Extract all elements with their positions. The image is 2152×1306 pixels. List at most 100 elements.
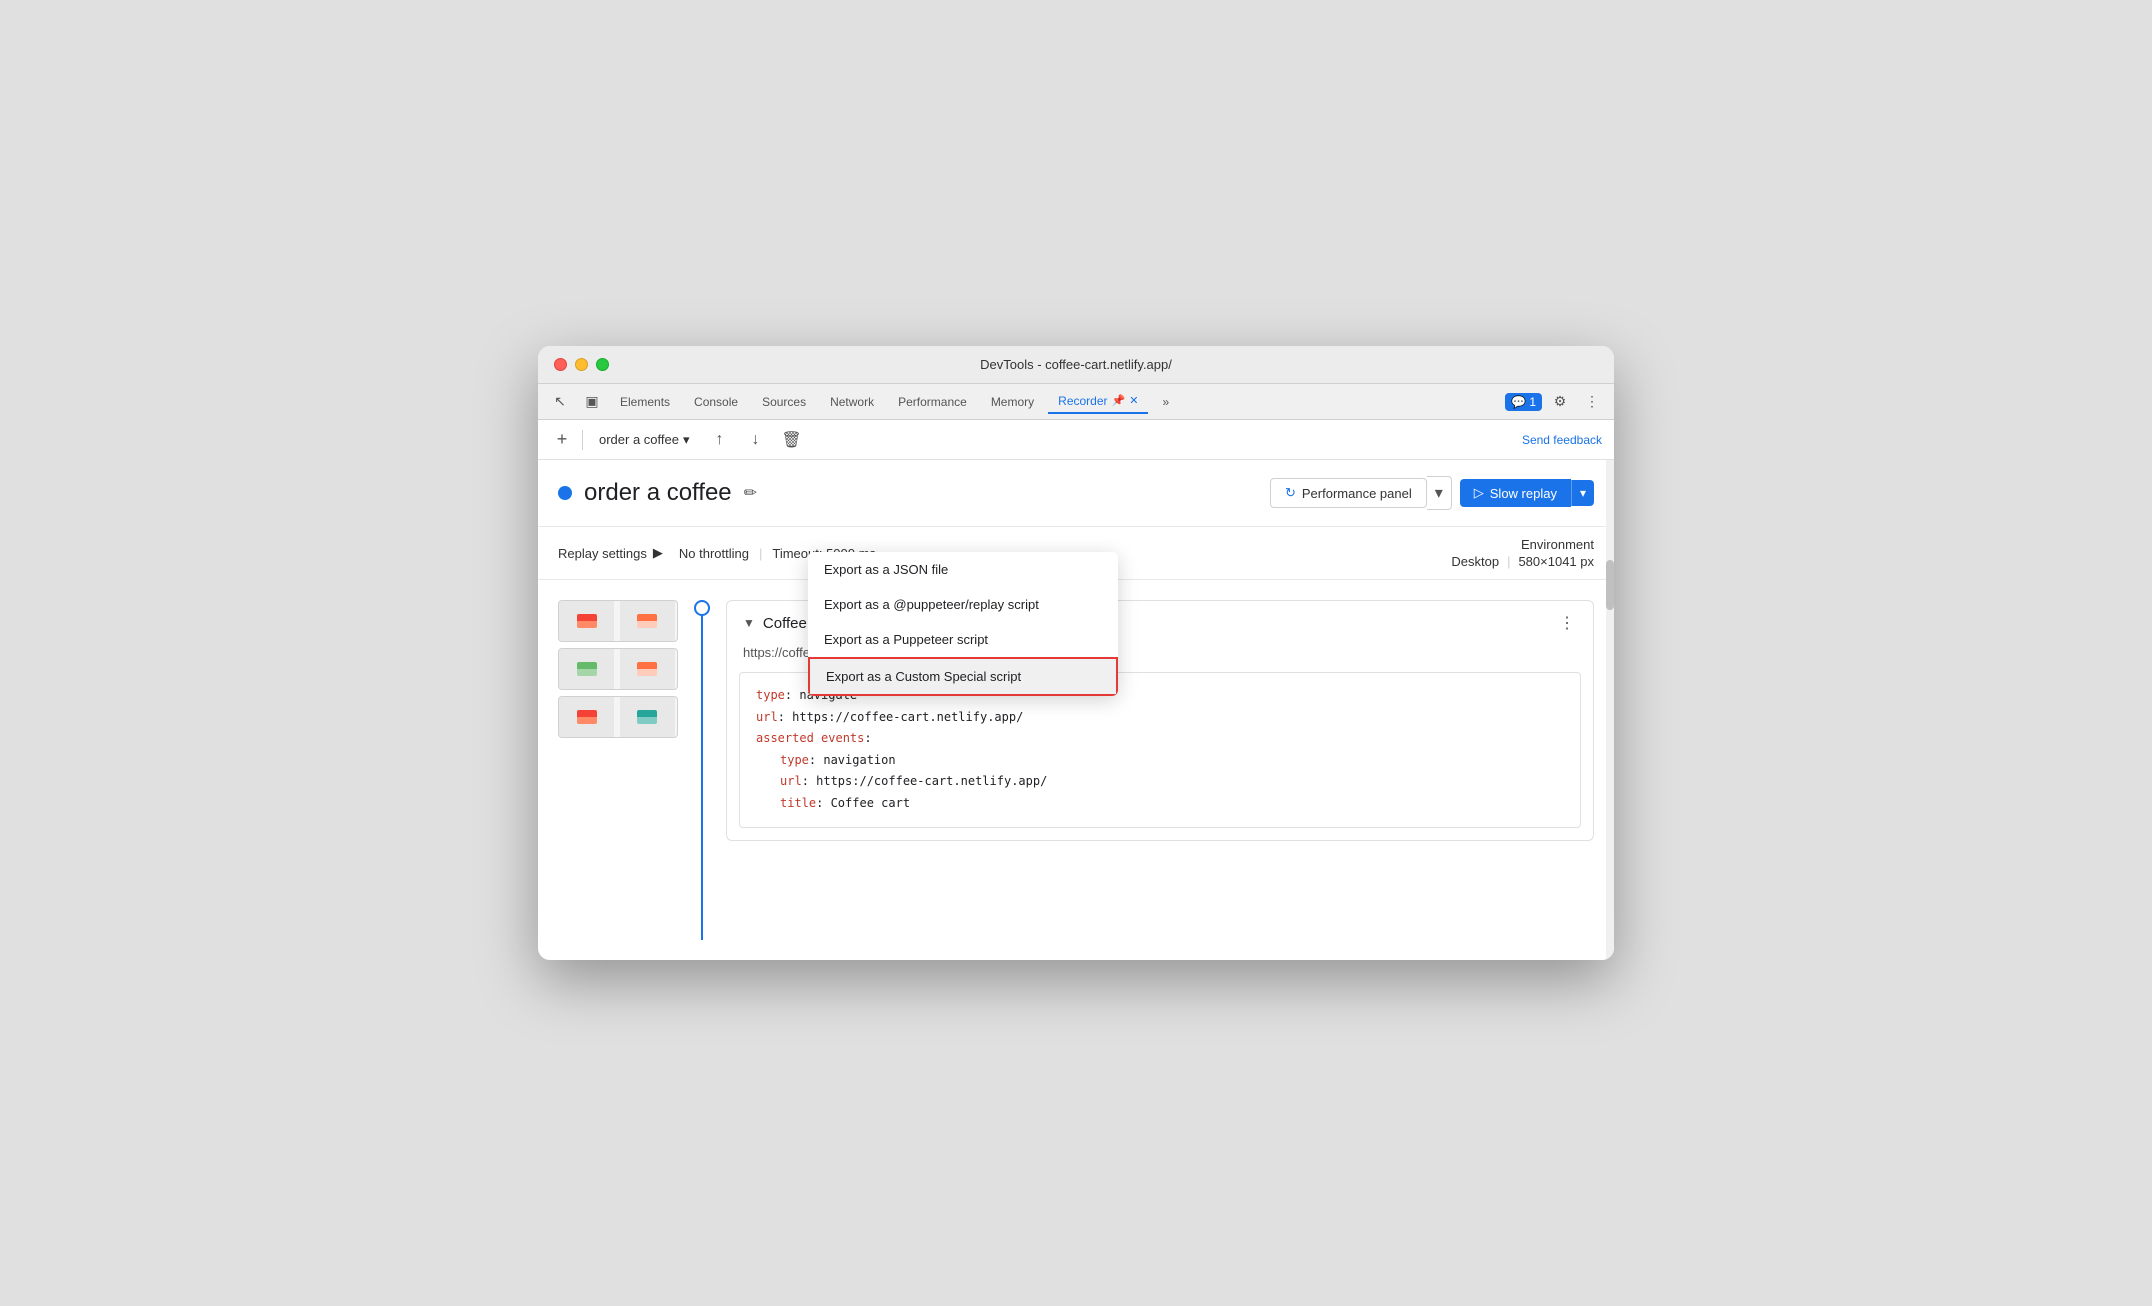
tab-performance[interactable]: Performance bbox=[888, 391, 977, 413]
export-json-label: Export as a JSON file bbox=[824, 562, 948, 577]
window-title: DevTools - coffee-cart.netlify.app/ bbox=[554, 357, 1598, 372]
thumb-2 bbox=[620, 601, 675, 641]
mini-cup-4 bbox=[637, 662, 657, 676]
thumbnail-grid-3 bbox=[558, 696, 678, 738]
recording-selector[interactable]: order a coffee ▾ bbox=[591, 428, 698, 452]
add-recording-button[interactable]: + bbox=[550, 429, 574, 450]
toolbar-actions: ↑ ↓ 🗑 bbox=[706, 426, 806, 454]
replay-settings-arrow: ▶ bbox=[653, 545, 663, 561]
scrollbar[interactable] bbox=[1606, 460, 1614, 960]
maximize-button[interactable] bbox=[596, 358, 609, 371]
screenshot-icon[interactable]: ▣ bbox=[578, 388, 606, 416]
export-puppeteer-replay-item[interactable]: Export as a @puppeteer/replay script bbox=[808, 587, 1118, 622]
resolution-label: 580×1041 px bbox=[1518, 554, 1594, 569]
chat-badge[interactable]: 💬 1 bbox=[1505, 393, 1542, 411]
settings-icon[interactable]: ⚙ bbox=[1546, 388, 1574, 416]
thumb-6 bbox=[620, 697, 675, 737]
pin-icon: 📌 bbox=[1112, 394, 1126, 407]
recording-title: order a coffee bbox=[584, 479, 732, 507]
code-asserted-url: url: https://coffee-cart.netlify.app/ bbox=[756, 771, 1564, 793]
thumb-4 bbox=[620, 649, 675, 689]
tab-elements[interactable]: Elements bbox=[610, 391, 680, 413]
slow-replay-label: Slow replay bbox=[1490, 486, 1557, 501]
environment-values: Desktop | 580×1041 px bbox=[1451, 554, 1594, 569]
more-icon[interactable]: ⋮ bbox=[1578, 388, 1606, 416]
tab-recorder-label: Recorder bbox=[1058, 394, 1107, 408]
thumbnail-panel bbox=[558, 600, 678, 940]
replay-settings-toggle[interactable]: Replay settings ▶ bbox=[558, 545, 663, 561]
slow-replay-button[interactable]: ▷ Slow replay bbox=[1460, 479, 1571, 507]
export-custom-item[interactable]: Export as a Custom Special script bbox=[808, 657, 1118, 696]
toolbar-divider bbox=[582, 430, 583, 450]
export-json-item[interactable]: Export as a JSON file bbox=[808, 552, 1118, 587]
play-icon: ▷ bbox=[1474, 485, 1484, 501]
thumbnail-grid-1 bbox=[558, 600, 678, 642]
environment-label: Environment bbox=[1451, 537, 1594, 552]
timeline-column bbox=[694, 600, 710, 940]
scrollbar-thumb[interactable] bbox=[1606, 560, 1614, 610]
perf-panel-dropdown[interactable]: ▾ bbox=[1427, 476, 1452, 510]
performance-panel-button[interactable]: ↻ Performance panel bbox=[1270, 478, 1427, 508]
replay-settings-label: Replay settings bbox=[558, 546, 647, 561]
thumbnail-grid-2 bbox=[558, 648, 678, 690]
no-throttling-label: No throttling bbox=[679, 546, 749, 561]
recording-selector-label: order a coffee bbox=[599, 432, 679, 447]
recorder-close-icon[interactable]: ✕ bbox=[1129, 394, 1138, 407]
recorder-toolbar: + order a coffee ▾ ↑ ↓ 🗑 Send feedback bbox=[538, 420, 1614, 460]
minimize-button[interactable] bbox=[575, 358, 588, 371]
edit-title-icon[interactable]: ✏ bbox=[744, 483, 757, 503]
desktop-label: Desktop bbox=[1451, 554, 1499, 569]
export-puppeteer-replay-label: Export as a @puppeteer/replay script bbox=[824, 597, 1039, 612]
tab-more[interactable]: » bbox=[1152, 391, 1179, 413]
code-asserted-key: asserted events bbox=[756, 731, 864, 745]
thumb-5 bbox=[559, 697, 614, 737]
code-url-line: url: https://coffee-cart.netlify.app/ bbox=[756, 710, 1023, 724]
chat-icon: 💬 bbox=[1511, 395, 1526, 409]
export-puppeteer-label: Export as a Puppeteer script bbox=[824, 632, 988, 647]
send-feedback-link[interactable]: Send feedback bbox=[1522, 433, 1602, 447]
upload-button[interactable]: ↑ bbox=[706, 426, 734, 454]
thumb-1 bbox=[559, 601, 614, 641]
download-button[interactable]: ↓ bbox=[742, 426, 770, 454]
tab-network[interactable]: Network bbox=[820, 391, 884, 413]
mini-cup-3 bbox=[577, 662, 597, 676]
env-separator: | bbox=[1507, 554, 1510, 569]
code-asserted-title: title: Coffee cart bbox=[756, 793, 1564, 815]
step-collapse-arrow[interactable]: ▼ bbox=[743, 616, 755, 630]
delete-button[interactable]: 🗑 bbox=[778, 426, 806, 454]
mini-cup-1 bbox=[577, 614, 597, 628]
recording-header: order a coffee ✏ ↻ Performance panel ▾ ▷… bbox=[538, 460, 1614, 527]
timeline-line bbox=[701, 616, 703, 940]
mini-cup-6 bbox=[637, 710, 657, 724]
export-puppeteer-item[interactable]: Export as a Puppeteer script bbox=[808, 622, 1118, 657]
devtools-window: DevTools - coffee-cart.netlify.app/ ↖ ▣ … bbox=[538, 346, 1614, 960]
slow-replay-dropdown[interactable]: ▾ bbox=[1571, 480, 1594, 506]
mini-cup-5 bbox=[577, 710, 597, 724]
settings-separator: | bbox=[749, 546, 772, 561]
content-area: order a coffee ✏ ↻ Performance panel ▾ ▷… bbox=[538, 460, 1614, 960]
recording-dot bbox=[558, 486, 572, 500]
thumb-3 bbox=[559, 649, 614, 689]
titlebar: DevTools - coffee-cart.netlify.app/ bbox=[538, 346, 1614, 384]
export-dropdown-menu: Export as a JSON file Export as a @puppe… bbox=[808, 552, 1118, 696]
environment-section: Environment Desktop | 580×1041 px bbox=[1451, 537, 1594, 569]
mini-cup-2 bbox=[637, 614, 657, 628]
chevron-down-icon: ▾ bbox=[683, 432, 690, 448]
chat-count: 1 bbox=[1529, 395, 1536, 409]
code-asserted-type: type: navigation bbox=[756, 750, 1564, 772]
close-button[interactable] bbox=[554, 358, 567, 371]
timeline-node bbox=[694, 600, 710, 616]
tab-recorder[interactable]: Recorder 📌 ✕ bbox=[1048, 390, 1148, 414]
devtools-right: 💬 1 ⚙ ⋮ bbox=[1505, 388, 1606, 416]
header-actions: ↻ Performance panel ▾ ▷ Slow replay ▾ bbox=[1270, 476, 1594, 510]
devtools-tabs-bar: ↖ ▣ Elements Console Sources Network Per… bbox=[538, 384, 1614, 420]
export-custom-label: Export as a Custom Special script bbox=[826, 669, 1021, 684]
tab-sources[interactable]: Sources bbox=[752, 391, 816, 413]
traffic-lights bbox=[554, 358, 609, 371]
tab-memory[interactable]: Memory bbox=[981, 391, 1044, 413]
step-more-button[interactable]: ⋮ bbox=[1559, 613, 1577, 633]
refresh-icon: ↻ bbox=[1285, 485, 1296, 501]
cursor-icon[interactable]: ↖ bbox=[546, 388, 574, 416]
tab-console[interactable]: Console bbox=[684, 391, 748, 413]
perf-panel-label: Performance panel bbox=[1302, 486, 1412, 501]
